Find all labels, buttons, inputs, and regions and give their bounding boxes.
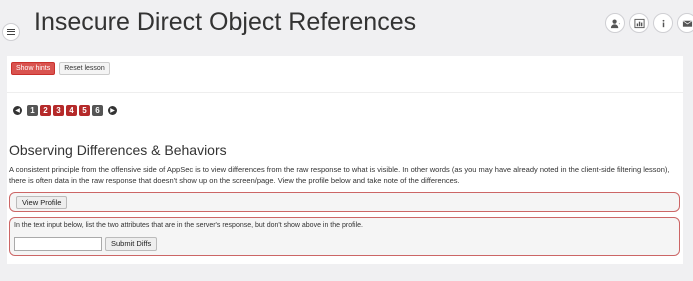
page-link-1[interactable]: 1: [27, 105, 38, 116]
reset-lesson-button[interactable]: Reset lesson: [59, 62, 110, 75]
page-link-6[interactable]: 6: [92, 105, 103, 116]
page-title: Insecure Direct Object References: [34, 8, 417, 36]
intro-text: A consistent principle from the offensiv…: [9, 165, 670, 185]
page-link-3[interactable]: 3: [53, 105, 64, 116]
lesson-panel: Show hints Reset lesson ◀ 1 2 3 4 5 6 ▶ …: [7, 56, 683, 264]
page-link-5[interactable]: 5: [79, 105, 90, 116]
section-heading: Observing Differences & Behaviors: [9, 142, 227, 158]
menu-icon[interactable]: [2, 23, 20, 41]
page-link-4[interactable]: 4: [66, 105, 77, 116]
arrow-left-icon[interactable]: ◀: [13, 106, 22, 115]
chart-icon[interactable]: [629, 13, 649, 33]
submit-diffs-form: In the text input below, list the two at…: [9, 217, 680, 256]
arrow-right-icon[interactable]: ▶: [108, 106, 117, 115]
diff-input[interactable]: [14, 237, 102, 251]
envelope-icon[interactable]: [677, 13, 693, 33]
header-buttons: [605, 13, 693, 33]
diff-instruction: In the text input below, list the two at…: [14, 222, 363, 229]
page-header: Insecure Direct Object References: [0, 0, 693, 46]
show-hints-button[interactable]: Show hints: [11, 62, 56, 75]
user-icon[interactable]: [605, 13, 625, 33]
lesson-toolbar: Show hints Reset lesson: [11, 62, 110, 75]
lesson-pager: ◀ 1 2 3 4 5 6 ▶: [10, 105, 120, 116]
info-icon[interactable]: [653, 13, 673, 33]
view-profile-button[interactable]: View Profile: [16, 196, 68, 209]
submit-diffs-button[interactable]: Submit Diffs: [105, 237, 158, 251]
view-profile-form: View Profile: [9, 192, 680, 212]
divider: [7, 92, 683, 93]
page-link-2[interactable]: 2: [40, 105, 51, 116]
